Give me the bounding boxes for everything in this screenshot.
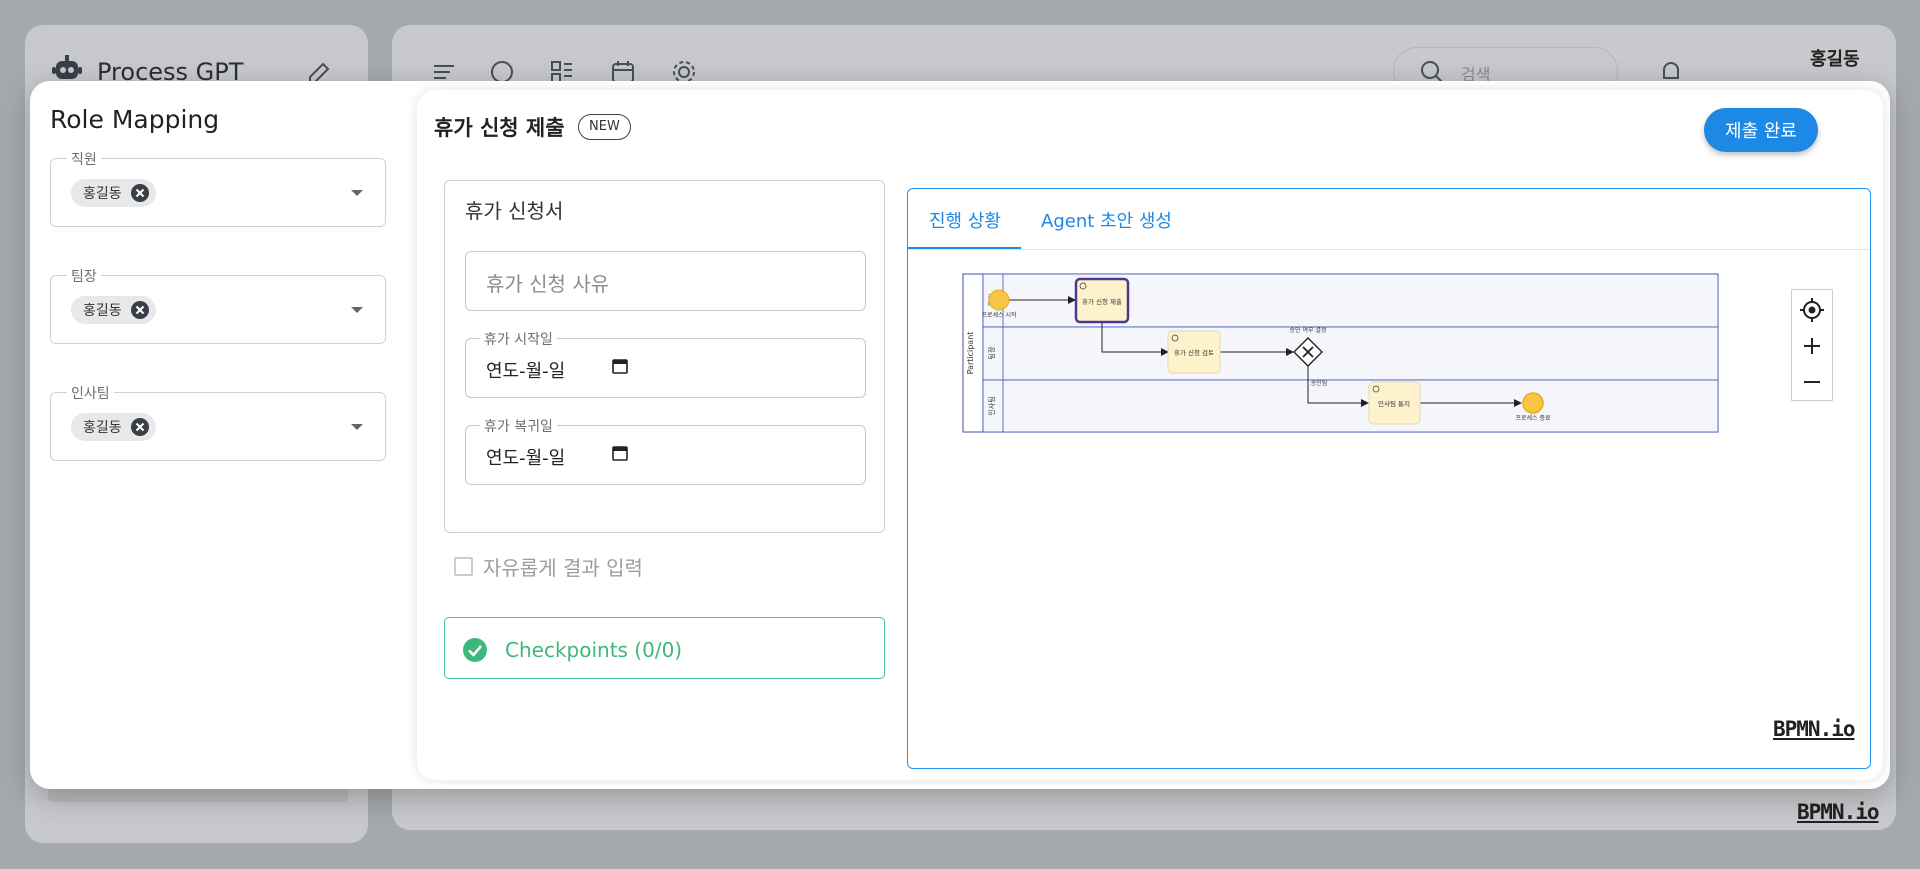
diagram-panel: 진행 상황 Agent 초안 생성 Participant 직 [907,188,1871,769]
role-select-team-lead[interactable]: 팀장 홍길동 [50,266,386,344]
close-icon[interactable] [130,300,150,320]
checkpoints-panel[interactable]: Checkpoints (0/0) [444,617,885,679]
free-input-label: 자유롭게 결과 입력 [483,556,643,580]
background-bpmn-logo: BPMN.io [1797,800,1880,824]
end-event-label: 프로세스 종료 [1515,414,1551,422]
tab-progress[interactable]: 진행 상황 [929,207,1001,233]
start-date-input[interactable]: 휴가 시작일 연도-월-일 [465,329,866,398]
bpmn-diagram[interactable]: Participant 직원 팀장 인사팀 프로세스 시작 [908,250,1871,769]
lane-label: 팀장 [987,346,996,359]
start-event-label: 프로세스 시작 [981,311,1017,319]
task-notify-label: 인사팀 통지 [1378,399,1410,408]
new-badge: NEW [578,114,631,140]
zoom-controls [1791,289,1833,401]
checkpoints-label: Checkpoints (0/0) [505,638,683,662]
role-mapping-title: Role Mapping [50,105,220,134]
plus-icon [1804,338,1820,354]
task-review-label: 휴가 신청 검토 [1174,348,1214,357]
pool-label: Participant [966,332,975,375]
user-name[interactable]: 홍길동 [1810,45,1860,71]
free-input-row[interactable]: 자유롭게 결과 입력 [454,552,643,581]
task-submit-label: 휴가 신청 제출 [1082,297,1122,306]
start-date-label: 휴가 시작일 [480,329,557,349]
calendar-icon[interactable] [611,357,629,375]
target-icon [1800,298,1824,322]
chevron-down-icon[interactable] [351,424,363,430]
role-select-employee[interactable]: 직원 홍길동 [50,149,386,227]
assignee-name: 홍길동 [83,186,122,202]
lane-hr [982,379,1719,433]
assignee-name: 홍길동 [83,303,122,319]
role-label: 팀장 [67,266,101,286]
close-icon[interactable] [130,183,150,203]
role-label: 인사팀 [67,383,114,403]
reason-input[interactable]: 휴가 신청 사유 [465,251,866,311]
role-label: 직원 [67,149,101,169]
end-event [1522,392,1544,414]
task-form-card: 휴가 신청 제출 NEW 제출 완료 휴가 신청서 휴가 신청 사유 휴가 시작… [417,90,1883,780]
chevron-down-icon[interactable] [351,190,363,196]
close-icon[interactable] [130,417,150,437]
assignee-chip: 홍길동 [71,296,156,324]
start-event [988,289,1010,311]
flow-label: 승인됨 [1311,379,1328,387]
return-date-input[interactable]: 휴가 복귀일 연도-월-일 [465,416,866,485]
form-heading: 휴가 신청서 [465,199,564,223]
tab-agent-draft[interactable]: Agent 초안 생성 [1041,207,1172,233]
chevron-down-icon[interactable] [351,307,363,313]
assignee-chip: 홍길동 [71,179,156,207]
bpmn-logo[interactable]: BPMN.io [1773,717,1856,741]
gateway-label: 승인 여부 결정 [1290,326,1327,334]
task-dialog: Role Mapping 직원 홍길동 팀장 홍길동 인사팀 홍길동 휴가 신청… [30,81,1890,789]
submit-button[interactable]: 제출 완료 [1704,108,1818,152]
return-date-label: 휴가 복귀일 [480,416,557,436]
role-mapping-panel: Role Mapping 직원 홍길동 팀장 홍길동 인사팀 홍길동 [30,81,415,789]
calendar-icon[interactable] [611,444,629,462]
free-input-checkbox[interactable] [454,557,473,576]
lane-label: 인사팀 [987,396,996,415]
lane-team-lead [982,326,1719,381]
leave-form: 휴가 신청서 휴가 신청 사유 휴가 시작일 연도-월-일 휴가 복귀일 연도-… [444,180,885,533]
zoom-out-button[interactable] [1792,364,1832,400]
zoom-in-button[interactable] [1792,328,1832,364]
return-date-value: 연도-월-일 [486,448,566,469]
form-title: 휴가 신청 제출 [434,116,565,140]
role-select-hr[interactable]: 인사팀 홍길동 [50,383,386,461]
reason-placeholder: 휴가 신청 사유 [486,272,610,296]
recenter-button[interactable] [1792,292,1832,328]
assignee-chip: 홍길동 [71,413,156,441]
assignee-name: 홍길동 [83,420,122,436]
minus-icon [1804,381,1820,383]
start-date-value: 연도-월-일 [486,361,566,382]
check-circle-icon [463,638,487,662]
